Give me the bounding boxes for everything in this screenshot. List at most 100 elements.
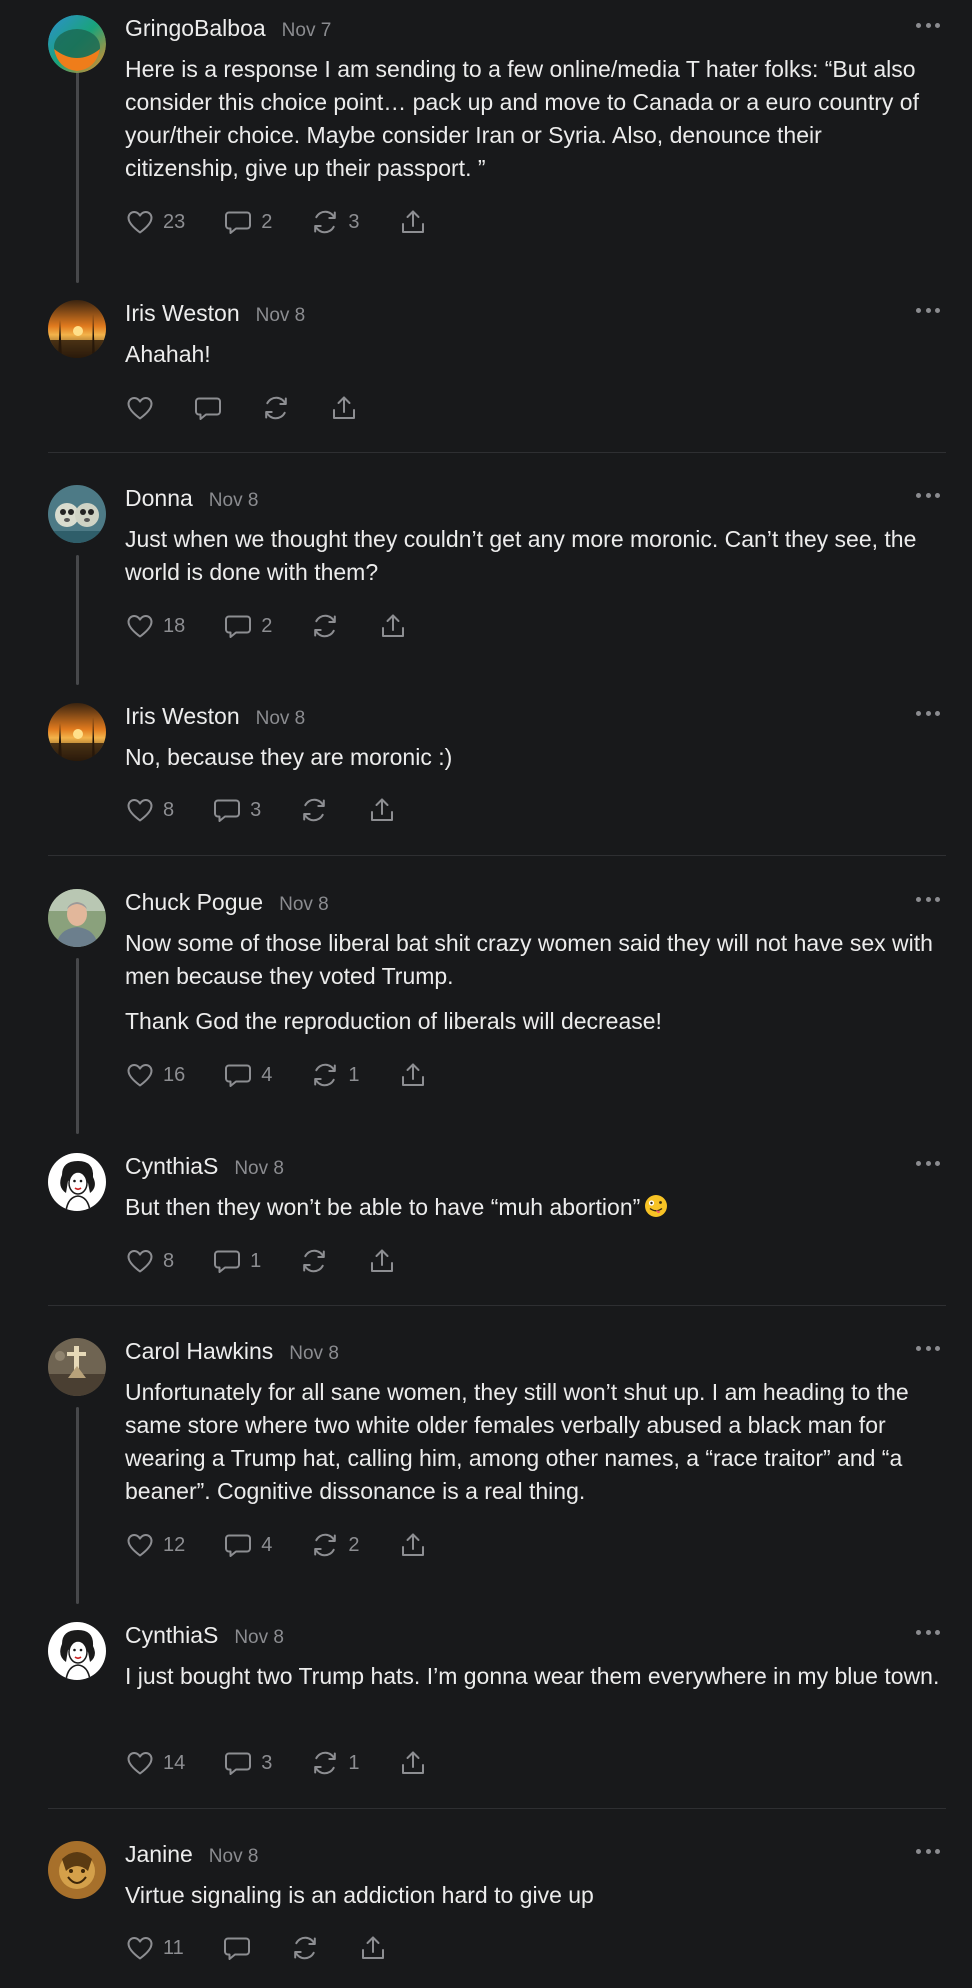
repost-icon <box>293 1936 316 1960</box>
avatar-janine[interactable] <box>48 1841 106 1899</box>
author-name[interactable]: Iris Weston <box>125 300 240 327</box>
author-name[interactable]: Janine <box>125 1841 193 1868</box>
comment-icon <box>225 211 252 234</box>
author-name[interactable]: Donna <box>125 485 193 512</box>
avatar-gringobalboa[interactable] <box>48 15 106 73</box>
post-date: Nov 8 <box>208 490 259 511</box>
share-button[interactable] <box>358 1933 388 1963</box>
share-button[interactable] <box>398 1748 428 1778</box>
repost-button[interactable]: 1 <box>310 1060 360 1090</box>
reply-button[interactable]: 4 <box>223 1530 272 1560</box>
post-paragraph: Ahahah! <box>125 338 940 371</box>
more-dots-icon[interactable] <box>916 1844 940 1858</box>
avatar-carol-hawkins[interactable] <box>48 1338 106 1396</box>
comment-icon <box>225 615 252 638</box>
reply-post: Donna Nov 8 Just when we thought they coul… <box>0 470 972 649</box>
share-button[interactable] <box>398 1060 428 1090</box>
like-button[interactable]: 23 <box>125 207 185 237</box>
heart-icon <box>127 799 153 822</box>
repost-count: 1 <box>348 1751 360 1774</box>
share-button[interactable] <box>329 393 359 423</box>
author-name[interactable]: Chuck Pogue <box>125 889 263 916</box>
post-actions: 11 <box>125 1931 388 1965</box>
more-dots-icon[interactable] <box>916 18 940 32</box>
repost-button[interactable]: 3 <box>310 207 360 237</box>
repost-button[interactable] <box>299 795 329 825</box>
repost-icon <box>303 798 326 822</box>
reply-count: 2 <box>261 614 273 637</box>
thread-divider <box>48 1305 946 1306</box>
like-count: 8 <box>163 798 175 821</box>
like-button[interactable]: 18 <box>125 611 185 641</box>
thread-divider <box>48 1808 946 1809</box>
repost-button[interactable] <box>261 393 291 423</box>
post-paragraph-text: No, because they are moronic :) <box>125 744 453 770</box>
share-button[interactable] <box>367 1246 397 1276</box>
post-text: Now some of those liberal bat shit crazy… <box>125 927 940 1038</box>
reply-count: 2 <box>261 210 273 233</box>
reply-button[interactable]: 4 <box>223 1060 272 1090</box>
like-button[interactable] <box>125 393 155 423</box>
share-button[interactable] <box>367 795 397 825</box>
like-button[interactable]: 16 <box>125 1060 185 1090</box>
comment-icon <box>214 799 241 822</box>
more-dots-icon[interactable] <box>916 303 940 317</box>
like-button[interactable]: 14 <box>125 1748 185 1778</box>
share-button[interactable] <box>398 207 428 237</box>
share-button[interactable] <box>378 611 408 641</box>
like-button[interactable]: 8 <box>125 795 174 825</box>
reply-button[interactable]: 3 <box>223 1748 272 1778</box>
like-button[interactable]: 11 <box>125 1933 184 1963</box>
avatar-donna[interactable] <box>48 485 106 543</box>
share-button[interactable] <box>398 1530 428 1560</box>
repost-button[interactable] <box>299 1246 329 1276</box>
post-header: Carol Hawkins Nov 8 <box>125 1338 339 1368</box>
more-dots-icon[interactable] <box>916 1625 940 1639</box>
more-dots-icon[interactable] <box>916 488 940 502</box>
author-name[interactable]: GringoBalboa <box>125 15 266 42</box>
reply-button[interactable]: 2 <box>223 207 272 237</box>
like-button[interactable]: 8 <box>125 1246 174 1276</box>
reply-count: 1 <box>250 1249 262 1272</box>
share-icon <box>333 396 355 419</box>
reply-button[interactable] <box>222 1933 252 1963</box>
repost-icon <box>314 210 337 234</box>
more-dots-icon[interactable] <box>916 1341 940 1355</box>
post-text: No, because they are moronic :) <box>125 741 940 774</box>
reply-button[interactable]: 1 <box>212 1246 261 1276</box>
comment-icon <box>225 1534 252 1557</box>
post-paragraph-text: But then they won’t be able to have “muh… <box>125 1194 641 1220</box>
repost-button[interactable]: 2 <box>310 1530 360 1560</box>
reply-post: GringoBalboa Nov 7 Here is a response I am… <box>0 0 972 245</box>
post-date: Nov 8 <box>279 894 329 915</box>
post-header: Donna Nov 8 <box>125 485 258 515</box>
reply-button[interactable] <box>193 393 223 423</box>
reply-post: Iris Weston Nov 8 No, because they are mor… <box>0 688 972 833</box>
avatar-chuck-pogue[interactable] <box>48 889 106 947</box>
comment-icon <box>223 1937 250 1960</box>
like-count: 8 <box>163 1249 175 1272</box>
reply-button[interactable]: 3 <box>212 795 261 825</box>
repost-button[interactable] <box>310 611 340 641</box>
author-name[interactable]: CynthiaS <box>125 1622 218 1649</box>
reply-post: CynthiaS Nov 8 But then they won’t be able… <box>0 1138 972 1284</box>
author-name[interactable]: CynthiaS <box>125 1153 218 1180</box>
reply-button[interactable]: 2 <box>223 611 272 641</box>
author-name[interactable]: Carol Hawkins <box>125 1338 273 1365</box>
post-date: Nov 8 <box>208 1846 259 1867</box>
avatar-iris-weston[interactable] <box>48 703 106 761</box>
avatar-cynthias[interactable] <box>48 1153 106 1211</box>
like-button[interactable]: 12 <box>125 1530 185 1560</box>
repost-icon <box>265 396 287 420</box>
more-dots-icon[interactable] <box>916 892 940 906</box>
heart-icon <box>127 1937 153 1960</box>
heart-icon <box>127 1534 153 1557</box>
author-name[interactable]: Iris Weston <box>125 703 240 730</box>
more-dots-icon[interactable] <box>916 706 940 720</box>
repost-button[interactable] <box>290 1933 320 1963</box>
repost-button[interactable]: 1 <box>310 1748 360 1778</box>
avatar-iris-weston[interactable] <box>48 300 106 358</box>
post-paragraph: Unfortunately for all sane women, they s… <box>125 1376 940 1508</box>
avatar-cynthias[interactable] <box>48 1622 106 1680</box>
more-dots-icon[interactable] <box>916 1156 940 1170</box>
